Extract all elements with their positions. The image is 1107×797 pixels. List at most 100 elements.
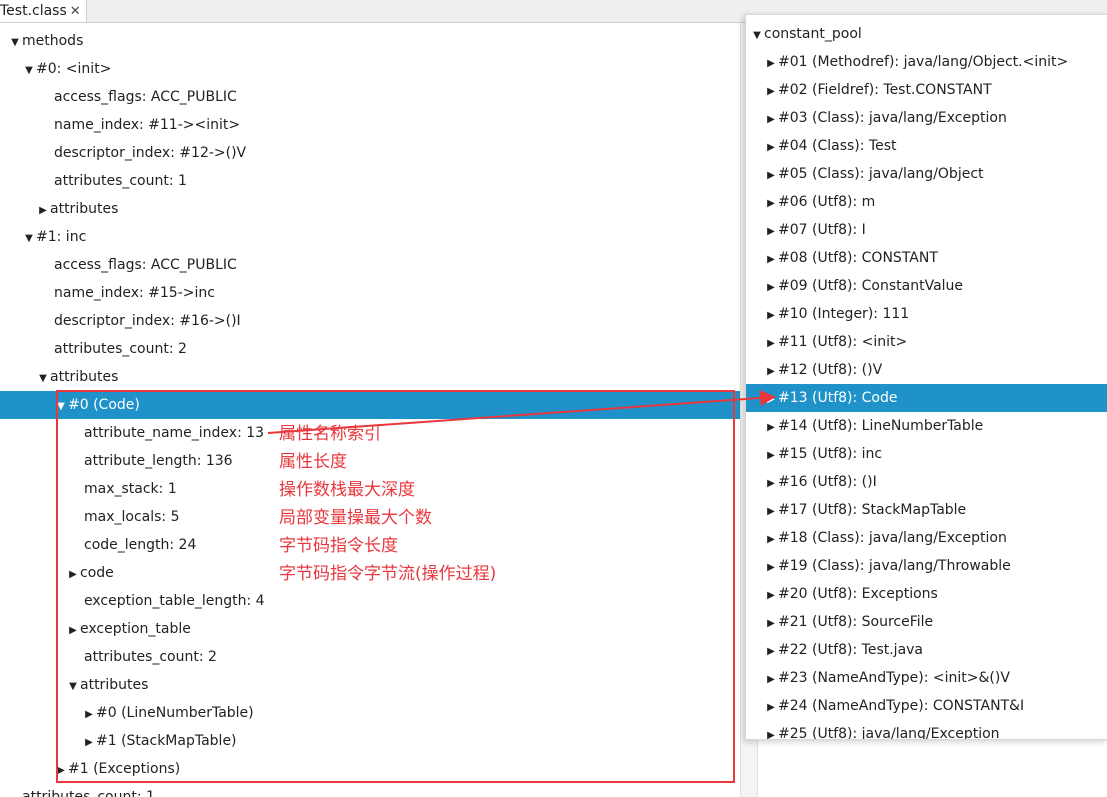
tree-row[interactable]: ▼ attributes bbox=[0, 363, 740, 391]
tree-row[interactable]: attributes_count: 1 bbox=[0, 167, 740, 195]
constant-pool-item[interactable]: ▶ #06 (Utf8): m bbox=[746, 188, 1107, 216]
expanded-triangle-icon[interactable]: ▼ bbox=[8, 29, 22, 57]
collapsed-triangle-icon[interactable]: ▶ bbox=[764, 246, 778, 274]
collapsed-triangle-icon[interactable]: ▶ bbox=[54, 757, 68, 785]
tab-test-class[interactable]: Test.class ✕ bbox=[0, 0, 87, 22]
tree-row[interactable]: ▼ attributes bbox=[0, 671, 740, 699]
tree-row-label: #0 (Code) bbox=[68, 397, 140, 413]
tree-row[interactable]: name_index: #15->inc bbox=[0, 279, 740, 307]
constant-pool-item[interactable]: ▶ #01 (Methodref): java/lang/Object.<init… bbox=[746, 48, 1107, 76]
constant-pool-item[interactable]: ▶ #24 (NameAndType): CONSTANT&I bbox=[746, 692, 1107, 720]
tree-row[interactable]: exception_table_length: 4 bbox=[0, 587, 740, 615]
tree-row-label: attributes_count: 1 bbox=[54, 173, 187, 189]
constant-pool-item[interactable]: ▶ #12 (Utf8): ()V bbox=[746, 356, 1107, 384]
expanded-triangle-icon[interactable]: ▼ bbox=[54, 393, 68, 421]
constant-pool-item-label: #10 (Integer): 111 bbox=[778, 306, 910, 322]
collapsed-triangle-icon[interactable]: ▶ bbox=[764, 442, 778, 470]
tree-row-label: #0 (LineNumberTable) bbox=[96, 705, 254, 721]
collapsed-triangle-icon[interactable]: ▶ bbox=[764, 554, 778, 582]
constant-pool-item[interactable]: ▶ #03 (Class): java/lang/Exception bbox=[746, 104, 1107, 132]
constant-pool-item-label: #20 (Utf8): Exceptions bbox=[778, 586, 938, 602]
tree-row-label: descriptor_index: #16->()I bbox=[54, 313, 241, 329]
constant-pool-item[interactable]: ▶ #20 (Utf8): Exceptions bbox=[746, 580, 1107, 608]
expanded-triangle-icon[interactable]: ▼ bbox=[22, 225, 36, 253]
annotation-text: 局部变量操最大个数 bbox=[279, 508, 432, 528]
collapsed-triangle-icon[interactable]: ▶ bbox=[764, 162, 778, 190]
collapsed-triangle-icon[interactable]: ▶ bbox=[764, 470, 778, 498]
constant-pool-item[interactable]: ▶ #16 (Utf8): ()I bbox=[746, 468, 1107, 496]
constant-pool-item[interactable]: ▶ #08 (Utf8): CONSTANT bbox=[746, 244, 1107, 272]
tree-row[interactable]: ▼ methods bbox=[0, 27, 740, 55]
constant-pool-item[interactable]: ▶ #18 (Class): java/lang/Exception bbox=[746, 524, 1107, 552]
tree-row[interactable]: attributes_count: 2 bbox=[0, 643, 740, 671]
collapsed-triangle-icon[interactable]: ▶ bbox=[764, 722, 778, 739]
constant-pool-item[interactable]: ▶ #10 (Integer): 111 bbox=[746, 300, 1107, 328]
tree-row[interactable]: attributes_count: 1 bbox=[0, 783, 740, 797]
constant-pool-item[interactable]: ▶ #19 (Class): java/lang/Throwable bbox=[746, 552, 1107, 580]
constant-pool-item[interactable]: ▶ #23 (NameAndType): <init>&()V bbox=[746, 664, 1107, 692]
constant-pool-item[interactable]: ▶ #21 (Utf8): SourceFile bbox=[746, 608, 1107, 636]
collapsed-triangle-icon[interactable]: ▶ bbox=[764, 414, 778, 442]
tree-row[interactable]: ▼ #0: <init> bbox=[0, 55, 740, 83]
constant-pool-item[interactable]: ▶ #13 (Utf8): Code bbox=[746, 384, 1107, 412]
collapsed-triangle-icon[interactable]: ▶ bbox=[764, 358, 778, 386]
tree-row[interactable]: ▶ exception_table bbox=[0, 615, 740, 643]
tree-row[interactable]: ▼ #0 (Code) bbox=[0, 391, 740, 419]
tree-row[interactable]: access_flags: ACC_PUBLIC bbox=[0, 83, 740, 111]
collapsed-triangle-icon[interactable]: ▶ bbox=[764, 526, 778, 554]
collapsed-triangle-icon[interactable]: ▶ bbox=[764, 638, 778, 666]
constant-pool-panel: ▼ constant_pool ▶ #01 (Methodref): java/lan… bbox=[745, 14, 1107, 740]
tree-row[interactable]: ▶ #0 (LineNumberTable) bbox=[0, 699, 740, 727]
tree-row-label: descriptor_index: #12->()V bbox=[54, 145, 247, 161]
tree-row[interactable]: access_flags: ACC_PUBLIC bbox=[0, 251, 740, 279]
constant-pool-item[interactable]: ▶ #11 (Utf8): <init> bbox=[746, 328, 1107, 356]
collapsed-triangle-icon[interactable]: ▶ bbox=[764, 218, 778, 246]
tree-row[interactable]: ▶ #1 (StackMapTable) bbox=[0, 727, 740, 755]
tree-row[interactable]: attributes_count: 2 bbox=[0, 335, 740, 363]
constant-pool-item-label: #05 (Class): java/lang/Object bbox=[778, 166, 984, 182]
collapsed-triangle-icon[interactable]: ▶ bbox=[764, 610, 778, 638]
constant-pool-item[interactable]: ▶ #04 (Class): Test bbox=[746, 132, 1107, 160]
collapsed-triangle-icon[interactable]: ▶ bbox=[764, 330, 778, 358]
collapsed-triangle-icon[interactable]: ▶ bbox=[764, 50, 778, 78]
constant-pool-item[interactable]: ▶ #15 (Utf8): inc bbox=[746, 440, 1107, 468]
tree-row-label: #1: inc bbox=[36, 229, 87, 245]
constant-pool-item[interactable]: ▶ #07 (Utf8): I bbox=[746, 216, 1107, 244]
collapsed-triangle-icon[interactable]: ▶ bbox=[764, 134, 778, 162]
collapsed-triangle-icon[interactable]: ▶ bbox=[764, 190, 778, 218]
collapsed-triangle-icon[interactable]: ▶ bbox=[764, 78, 778, 106]
tree-row[interactable]: ▶ attributes bbox=[0, 195, 740, 223]
collapsed-triangle-icon[interactable]: ▶ bbox=[764, 694, 778, 722]
constant-pool-item[interactable]: ▶ #02 (Fieldref): Test.CONSTANT bbox=[746, 76, 1107, 104]
constant-pool-root[interactable]: ▼ constant_pool bbox=[746, 20, 1107, 48]
tree-row[interactable]: name_index: #11-><init> bbox=[0, 111, 740, 139]
tree-row[interactable]: descriptor_index: #16->()I bbox=[0, 307, 740, 335]
expanded-triangle-icon[interactable]: ▼ bbox=[22, 57, 36, 85]
constant-pool-item[interactable]: ▶ #25 (Utf8): java/lang/Exception bbox=[746, 720, 1107, 739]
collapsed-triangle-icon[interactable]: ▶ bbox=[764, 498, 778, 526]
collapsed-triangle-icon[interactable]: ▶ bbox=[764, 106, 778, 134]
collapsed-triangle-icon[interactable]: ▶ bbox=[764, 666, 778, 694]
constant-pool-item[interactable]: ▶ #14 (Utf8): LineNumberTable bbox=[746, 412, 1107, 440]
collapsed-triangle-icon[interactable]: ▶ bbox=[66, 561, 80, 589]
tree-row[interactable]: ▶ #1 (Exceptions) bbox=[0, 755, 740, 783]
constant-pool-item[interactable]: ▶ #22 (Utf8): Test.java bbox=[746, 636, 1107, 664]
collapsed-triangle-icon[interactable]: ▶ bbox=[764, 386, 778, 414]
tree-row[interactable]: attribute_length: 136 bbox=[0, 447, 740, 475]
constant-pool-item[interactable]: ▶ #05 (Class): java/lang/Object bbox=[746, 160, 1107, 188]
collapsed-triangle-icon[interactable]: ▶ bbox=[764, 274, 778, 302]
tree-row[interactable]: descriptor_index: #12->()V bbox=[0, 139, 740, 167]
close-icon[interactable]: ✕ bbox=[70, 4, 81, 19]
constant-pool-item[interactable]: ▶ #09 (Utf8): ConstantValue bbox=[746, 272, 1107, 300]
expanded-triangle-icon[interactable]: ▼ bbox=[66, 673, 80, 701]
expanded-triangle-icon[interactable]: ▼ bbox=[36, 365, 50, 393]
collapsed-triangle-icon[interactable]: ▶ bbox=[82, 729, 96, 757]
tree-row[interactable]: ▼ #1: inc bbox=[0, 223, 740, 251]
expanded-triangle-icon[interactable]: ▼ bbox=[750, 22, 764, 50]
collapsed-triangle-icon[interactable]: ▶ bbox=[764, 582, 778, 610]
collapsed-triangle-icon[interactable]: ▶ bbox=[66, 617, 80, 645]
collapsed-triangle-icon[interactable]: ▶ bbox=[36, 197, 50, 225]
collapsed-triangle-icon[interactable]: ▶ bbox=[764, 302, 778, 330]
collapsed-triangle-icon[interactable]: ▶ bbox=[82, 701, 96, 729]
constant-pool-item[interactable]: ▶ #17 (Utf8): StackMapTable bbox=[746, 496, 1107, 524]
